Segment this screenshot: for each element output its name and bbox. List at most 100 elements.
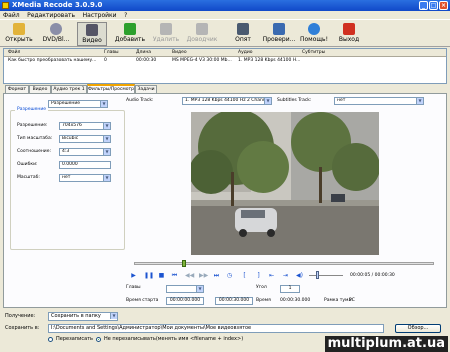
cell-chapters: 0 (104, 58, 107, 63)
add-button[interactable]: Добавить (112, 22, 148, 46)
maximize-button[interactable]: □ (429, 1, 438, 10)
no-overwrite-label: Не перезаписывать(менять имя <filename +… (104, 336, 244, 342)
menu-edit[interactable]: Редактировать (24, 11, 78, 20)
time-display: 00:00:05 / 00:00:30 (350, 273, 395, 278)
tab-audio-track-1[interactable]: Аудио трек 1 (51, 85, 87, 93)
volume-thumb[interactable] (316, 271, 319, 279)
filter-mode-select[interactable]: Разрешение ▼ (48, 100, 108, 108)
encode-icon (237, 23, 249, 35)
chevron-down-icon: ▼ (103, 123, 110, 129)
check-icon (273, 23, 285, 35)
angle-label: Угол (256, 285, 267, 290)
go-to-start-icon[interactable]: ⇤ (268, 272, 275, 279)
menu-help[interactable]: ? (121, 11, 130, 20)
column-file[interactable]: Файл (8, 49, 20, 57)
window-title: XMedia Recode 3.0.9.0 (12, 1, 103, 9)
file-list-header: Файл Главы Длина Видео Аудио Субтитры (4, 49, 446, 57)
column-length[interactable]: Длина (136, 49, 151, 57)
exit-button[interactable]: Выход (334, 22, 364, 46)
seek-thumb[interactable] (182, 260, 187, 267)
previous-icon[interactable]: ⏮ (171, 272, 178, 279)
frame-type-value: PC (349, 298, 355, 303)
filters-preview-panel: Разрешение ▼ Разрешение Разрешение: 704x… (3, 93, 447, 308)
close-button[interactable]: × (439, 1, 448, 10)
video-icon (86, 24, 98, 36)
pause-icon[interactable]: ❚❚ (144, 272, 154, 279)
menu-file[interactable]: Файл (0, 11, 23, 20)
next-icon[interactable]: ⏭ (213, 272, 220, 279)
edit-button[interactable]: Доводчик (183, 22, 221, 46)
tab-strip: Формат Видео Аудио трек 1 Фильтры/Просмо… (3, 84, 447, 93)
video-preview[interactable] (191, 112, 379, 255)
overwrite-radio[interactable] (48, 337, 53, 342)
stop-icon[interactable]: ■ (158, 272, 165, 279)
aspect-select[interactable]: 4:3 ▼ (59, 148, 111, 156)
toolbar: Открыть DVD/Bl... Видео Добавить Удалить… (0, 21, 450, 47)
mark-out-icon[interactable]: ] (255, 272, 262, 279)
forward-icon[interactable]: ▶▶ (199, 272, 208, 279)
encode-button[interactable]: Опят (228, 22, 258, 46)
cell-video: MS MPEG-4 V3 30:00 Mb... (172, 58, 232, 63)
tab-video[interactable]: Видео (29, 85, 51, 93)
subtitles-track-select[interactable]: нет ▼ (334, 97, 424, 105)
column-audio[interactable]: Аудио (238, 49, 253, 57)
menu-settings[interactable]: Настройки (80, 11, 120, 20)
resolution-group: Разрешение Разрешение: 704x576 ▼ Тип мас… (10, 107, 125, 250)
cell-audio: 1. MP3 128 Kbps 44100 H... (238, 58, 300, 63)
timer-icon[interactable]: ◷ (226, 272, 233, 279)
resolution-select[interactable]: 704x576 ▼ (59, 122, 111, 130)
volume-slider[interactable] (309, 275, 343, 276)
disc-icon (50, 23, 62, 35)
remove-icon (160, 23, 172, 35)
file-list[interactable]: Файл Главы Длина Видео Аудио Субтитры Ка… (3, 48, 447, 84)
error-label: Ошибки: (17, 162, 38, 167)
aspect-label: Соотношение: (17, 149, 52, 154)
audio-track-select[interactable]: 1. MP3 128 Kbps 44100 Hz 2 Channel ▼ (182, 97, 272, 105)
dvd-bluray-button[interactable]: DVD/Bl... (38, 22, 74, 46)
remove-button[interactable]: Удалить (150, 22, 182, 46)
play-icon[interactable]: ▶ (130, 272, 137, 279)
exit-icon (343, 23, 355, 35)
error-input[interactable]: 0.0000 (59, 161, 111, 169)
column-subtitles[interactable]: Субтитры (302, 49, 325, 57)
chapters-label: Главы (126, 285, 141, 290)
audio-track-label: Audio Track: (126, 98, 154, 103)
check-button[interactable]: Провери... (260, 22, 298, 46)
seek-bar[interactable] (134, 260, 434, 267)
angle-input[interactable]: 1 (280, 285, 300, 293)
save-path-input[interactable]: I:\Documents and Settings\Администратор\… (48, 324, 384, 333)
column-video[interactable]: Видео (172, 49, 187, 57)
help-icon (308, 23, 320, 35)
watermark: multiplum.at.ua (324, 336, 448, 352)
overwrite-label: Перезаписать (56, 336, 93, 342)
scale-type-select[interactable]: Bicubic ▼ (59, 135, 111, 143)
go-to-end-icon[interactable]: ⇥ (282, 272, 289, 279)
table-row[interactable]: Как быстро преобразовать нашему... 0 00:… (4, 57, 446, 64)
help-button[interactable]: Помощь! (298, 22, 330, 46)
start-time-input[interactable]: 00:00:00.000 (166, 297, 204, 305)
tab-format[interactable]: Формат (5, 85, 29, 93)
video-button[interactable]: Видео (77, 22, 107, 46)
chevron-down-icon: ▼ (103, 136, 110, 142)
no-overwrite-radio[interactable] (96, 337, 101, 342)
cell-length: 00:00:30 (136, 58, 157, 63)
volume-icon[interactable]: ◀) (296, 272, 303, 279)
open-button[interactable]: Открыть (2, 22, 36, 46)
tab-filters-preview[interactable]: Фильтры/Просмотр (87, 84, 135, 93)
browse-button[interactable]: Обзор... (395, 324, 441, 333)
edit-icon (196, 23, 208, 35)
chevron-down-icon: ▼ (416, 98, 423, 104)
column-chapters[interactable]: Главы (104, 49, 119, 57)
end-time-input[interactable]: 00:00:30.000 (215, 297, 253, 305)
scale-select[interactable]: нет ▼ (59, 174, 111, 182)
scale-type-label: Тип масштаба: (17, 136, 53, 141)
rewind-icon[interactable]: ◀◀ (185, 272, 194, 279)
tab-tasks[interactable]: Задачи (135, 85, 157, 93)
mark-in-icon[interactable]: [ (241, 272, 248, 279)
chapters-select[interactable]: ▼ (166, 285, 204, 293)
output-mode-label: Получение: (5, 313, 36, 319)
minimize-button[interactable]: _ (419, 1, 428, 10)
menu-bar: Файл Редактировать Настройки ? (0, 11, 450, 20)
save-to-label: Сохранить в: (5, 325, 40, 331)
output-mode-select[interactable]: Сохранить в папку ▼ (48, 312, 118, 321)
